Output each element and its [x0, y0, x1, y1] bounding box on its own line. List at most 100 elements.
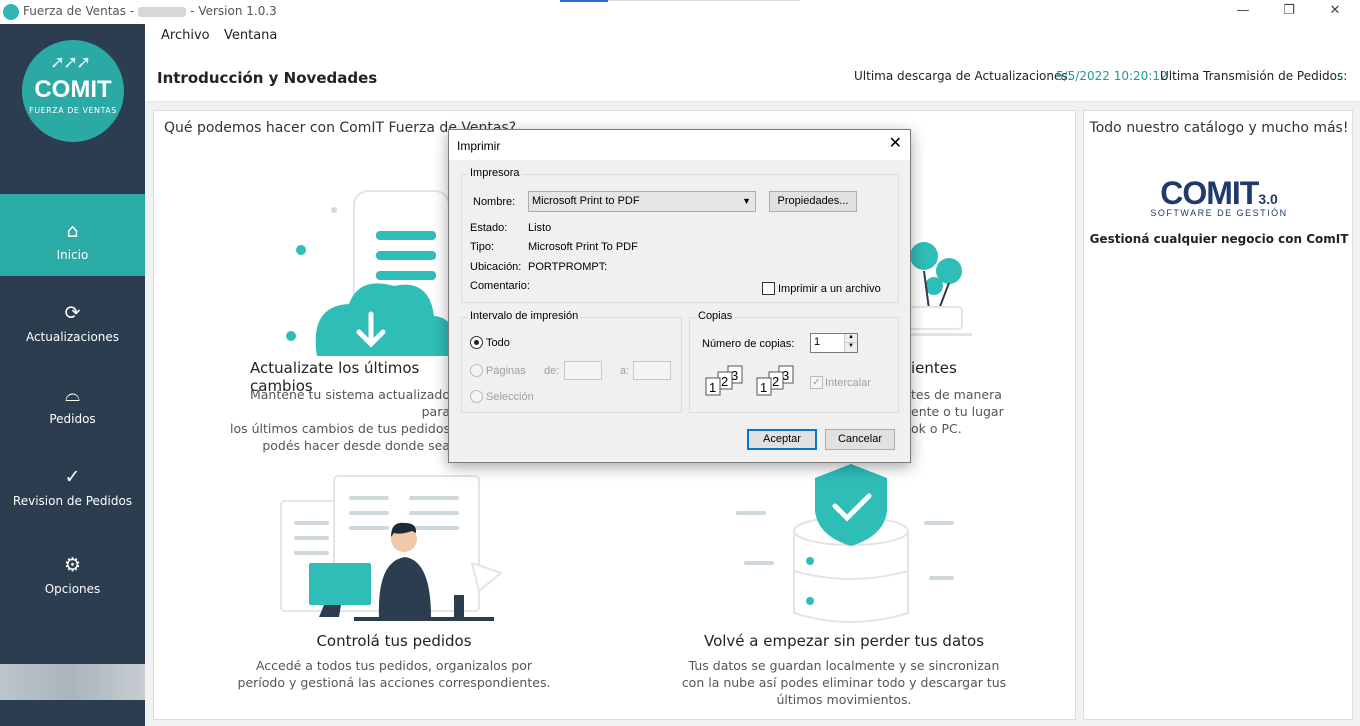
refresh-icon: ⟳ — [64, 302, 81, 324]
printer-group-label: Impresora — [468, 167, 522, 179]
feature-title: Volvé a empezar sin perder tus datos — [703, 632, 985, 650]
logo-tagline: SOFTWARE DE GESTIÓN — [1150, 208, 1288, 218]
feature-desc-line: los últimos cambios de tus pedidos — [230, 421, 450, 436]
location-value: PORTPROMPT: — [528, 261, 608, 273]
feature-desc-line: período y gestioná las acciones correspo… — [237, 675, 551, 690]
copies-group-label: Copias — [696, 310, 735, 322]
last-transmission-label: Ultima Transmisión de Pedidos: — [1160, 69, 1348, 83]
sidebar-item-revision-de-pedidos[interactable]: ✓ Revision de Pedidos — [0, 440, 145, 522]
print-to-file-checkbox[interactable] — [762, 282, 775, 295]
feature-desc-line: ok o PC. — [911, 421, 962, 436]
feature-title: ientes — [911, 359, 957, 377]
sidebar-item-actualizaciones[interactable]: ⟳ Actualizaciones — [0, 276, 145, 358]
window-title: Fuerza de Ventas - - Version 1.0.3 — [23, 4, 277, 18]
type-value: Microsoft Print To PDF — [528, 241, 638, 253]
feature-desc-line: ente o tu lugar — [911, 404, 1004, 419]
decrement-icon[interactable]: ▼ — [844, 343, 857, 352]
feature-desc-line: últimos movimientos. — [776, 692, 912, 707]
sidebar-item-label: Actualizaciones — [25, 330, 120, 344]
feature-desc-line: tes de manera — [911, 387, 1002, 402]
chevron-down-icon: ▼ — [742, 196, 751, 206]
page-header: Introducción y Novedades Ultima descarga… — [145, 48, 1360, 102]
last-download-label: Ultima descarga de Actualizaciones: — [854, 69, 1072, 83]
svg-text:2: 2 — [721, 374, 728, 389]
check-circle-icon: ✓ — [64, 466, 81, 488]
print-dialog: Imprimir ✕ Impresora Nombre: Microsoft P… — [448, 129, 911, 463]
status-label: Estado: — [470, 222, 508, 234]
range-pages-label: Páginas — [486, 365, 526, 377]
home-icon: ⌂ — [66, 220, 79, 242]
svg-text:1: 1 — [709, 380, 716, 395]
sidebar-item-label: Revision de Pedidos — [12, 494, 133, 508]
printer-group: Impresora Nombre: Microsoft Print to PDF… — [461, 167, 899, 303]
copies-group: Copias Número de copias: 1 ▲ ▼ 3 2 1 3 2… — [689, 310, 899, 413]
feature-desc-line: Mantené tu sistema actualizado para — [249, 387, 450, 419]
close-window-button[interactable]: ✕ — [1312, 0, 1358, 24]
svg-text:1: 1 — [760, 380, 767, 395]
feature-description: tes de manera ente o tu lugar ok o PC. — [911, 386, 1031, 437]
feature-desc-line: Accedé a todos tus pedidos, organizalos … — [255, 658, 533, 673]
from-page-input[interactable] — [564, 361, 602, 380]
feature-description: Mantené tu sistema actualizado para los … — [228, 386, 450, 454]
logo-brand: COMIT — [34, 76, 112, 103]
collate-pages-icon: 3 2 1 3 2 1 — [705, 365, 794, 396]
collate-checkbox[interactable]: ✓ — [810, 376, 823, 389]
redacted-banner — [0, 664, 145, 700]
catalog-panel: Todo nuestro catálogo y mucho más! COMIT… — [1083, 110, 1353, 720]
range-selection-radio[interactable] — [470, 390, 483, 403]
accept-button[interactable]: Aceptar — [747, 429, 817, 450]
feature-description: Tus datos se guardan localmente y se sin… — [664, 657, 1024, 708]
menubar: Archivo Ventana — [145, 24, 1360, 48]
feature-desc-line: Tus datos se guardan localmente y se sin… — [688, 658, 1000, 673]
dialog-titlebar: Imprimir ✕ — [449, 130, 910, 160]
copies-stepper[interactable]: 1 ▲ ▼ — [810, 333, 858, 353]
last-download-value: 5/5/2022 10:20:12 — [1056, 69, 1168, 83]
to-page-input[interactable] — [633, 361, 671, 380]
dialog-close-icon[interactable]: ✕ — [889, 136, 902, 152]
logo-brand: COMIT — [1160, 175, 1259, 211]
window-titlebar: Fuerza de Ventas - - Version 1.0.3 — ❐ ✕ — [0, 0, 1360, 24]
location-label: Ubicación: — [470, 261, 522, 273]
cancel-button[interactable]: Cancelar — [825, 429, 895, 450]
sidebar-item-label: Opciones — [44, 582, 101, 596]
feature-desc-line: con la nube así podes eliminar todo y de… — [681, 675, 1007, 690]
menu-ventana[interactable]: Ventana — [224, 28, 277, 43]
database-shield-illustration — [736, 464, 954, 623]
sidebar-item-pedidos[interactable]: ⌓ Pedidos — [0, 358, 145, 440]
range-all-label: Todo — [486, 337, 510, 349]
catalog-title: Todo nuestro catálogo y mucho más! — [1089, 120, 1349, 136]
copies-value: 1 — [814, 336, 821, 348]
sidebar: ➚➚➚ COMIT FUERZA DE VENTAS ⌂ Inicio ⟳ Ac… — [0, 24, 145, 726]
increment-icon[interactable]: ▲ — [844, 334, 857, 343]
comit-3-logo: COMIT3.0 SOFTWARE DE GESTIÓN — [1084, 175, 1354, 218]
print-range-group-label: Intervalo de impresión — [468, 310, 581, 322]
maximize-button[interactable]: ❐ — [1266, 0, 1312, 24]
window-title-prefix: Fuerza de Ventas - — [23, 4, 135, 18]
minimize-button[interactable]: — — [1220, 0, 1266, 24]
sidebar-item-inicio[interactable]: ⌂ Inicio — [0, 194, 145, 276]
status-value: Listo — [528, 222, 552, 234]
comit-logo: ➚➚➚ COMIT FUERZA DE VENTAS — [22, 40, 124, 142]
print-to-file-label: Imprimir a un archivo — [778, 283, 881, 295]
feature-desc-line: podés hacer desde donde sea — [262, 438, 450, 453]
catalog-subtitle: Gestioná cualquier negocio con ComIT — [1089, 232, 1349, 246]
type-label: Tipo: — [470, 241, 495, 253]
properties-button[interactable]: Propiedades... — [769, 191, 857, 212]
sidebar-item-label: Inicio — [56, 248, 89, 262]
range-all-radio[interactable] — [470, 336, 483, 349]
titlebar-divider — [608, 0, 800, 1]
app-icon — [3, 4, 19, 20]
range-selection-label: Selección — [486, 391, 534, 403]
name-label: Nombre: — [473, 196, 516, 208]
logo-tagline: FUERZA DE VENTAS — [29, 106, 117, 115]
sidebar-item-opciones[interactable]: ⚙ Opciones — [0, 528, 145, 610]
logo-version: 3.0 — [1258, 191, 1278, 207]
gear-icon: ⚙ — [63, 554, 82, 576]
feature-description: Accedé a todos tus pedidos, organizalos … — [224, 657, 564, 691]
titlebar-accent-line — [560, 0, 608, 2]
range-pages-radio[interactable] — [470, 364, 483, 377]
printer-name-select[interactable]: Microsoft Print to PDF ▼ — [528, 191, 756, 212]
menu-archivo[interactable]: Archivo — [161, 28, 210, 43]
dialog-title: Imprimir — [457, 139, 501, 153]
arrows-icon: ➚➚➚ — [50, 52, 91, 73]
